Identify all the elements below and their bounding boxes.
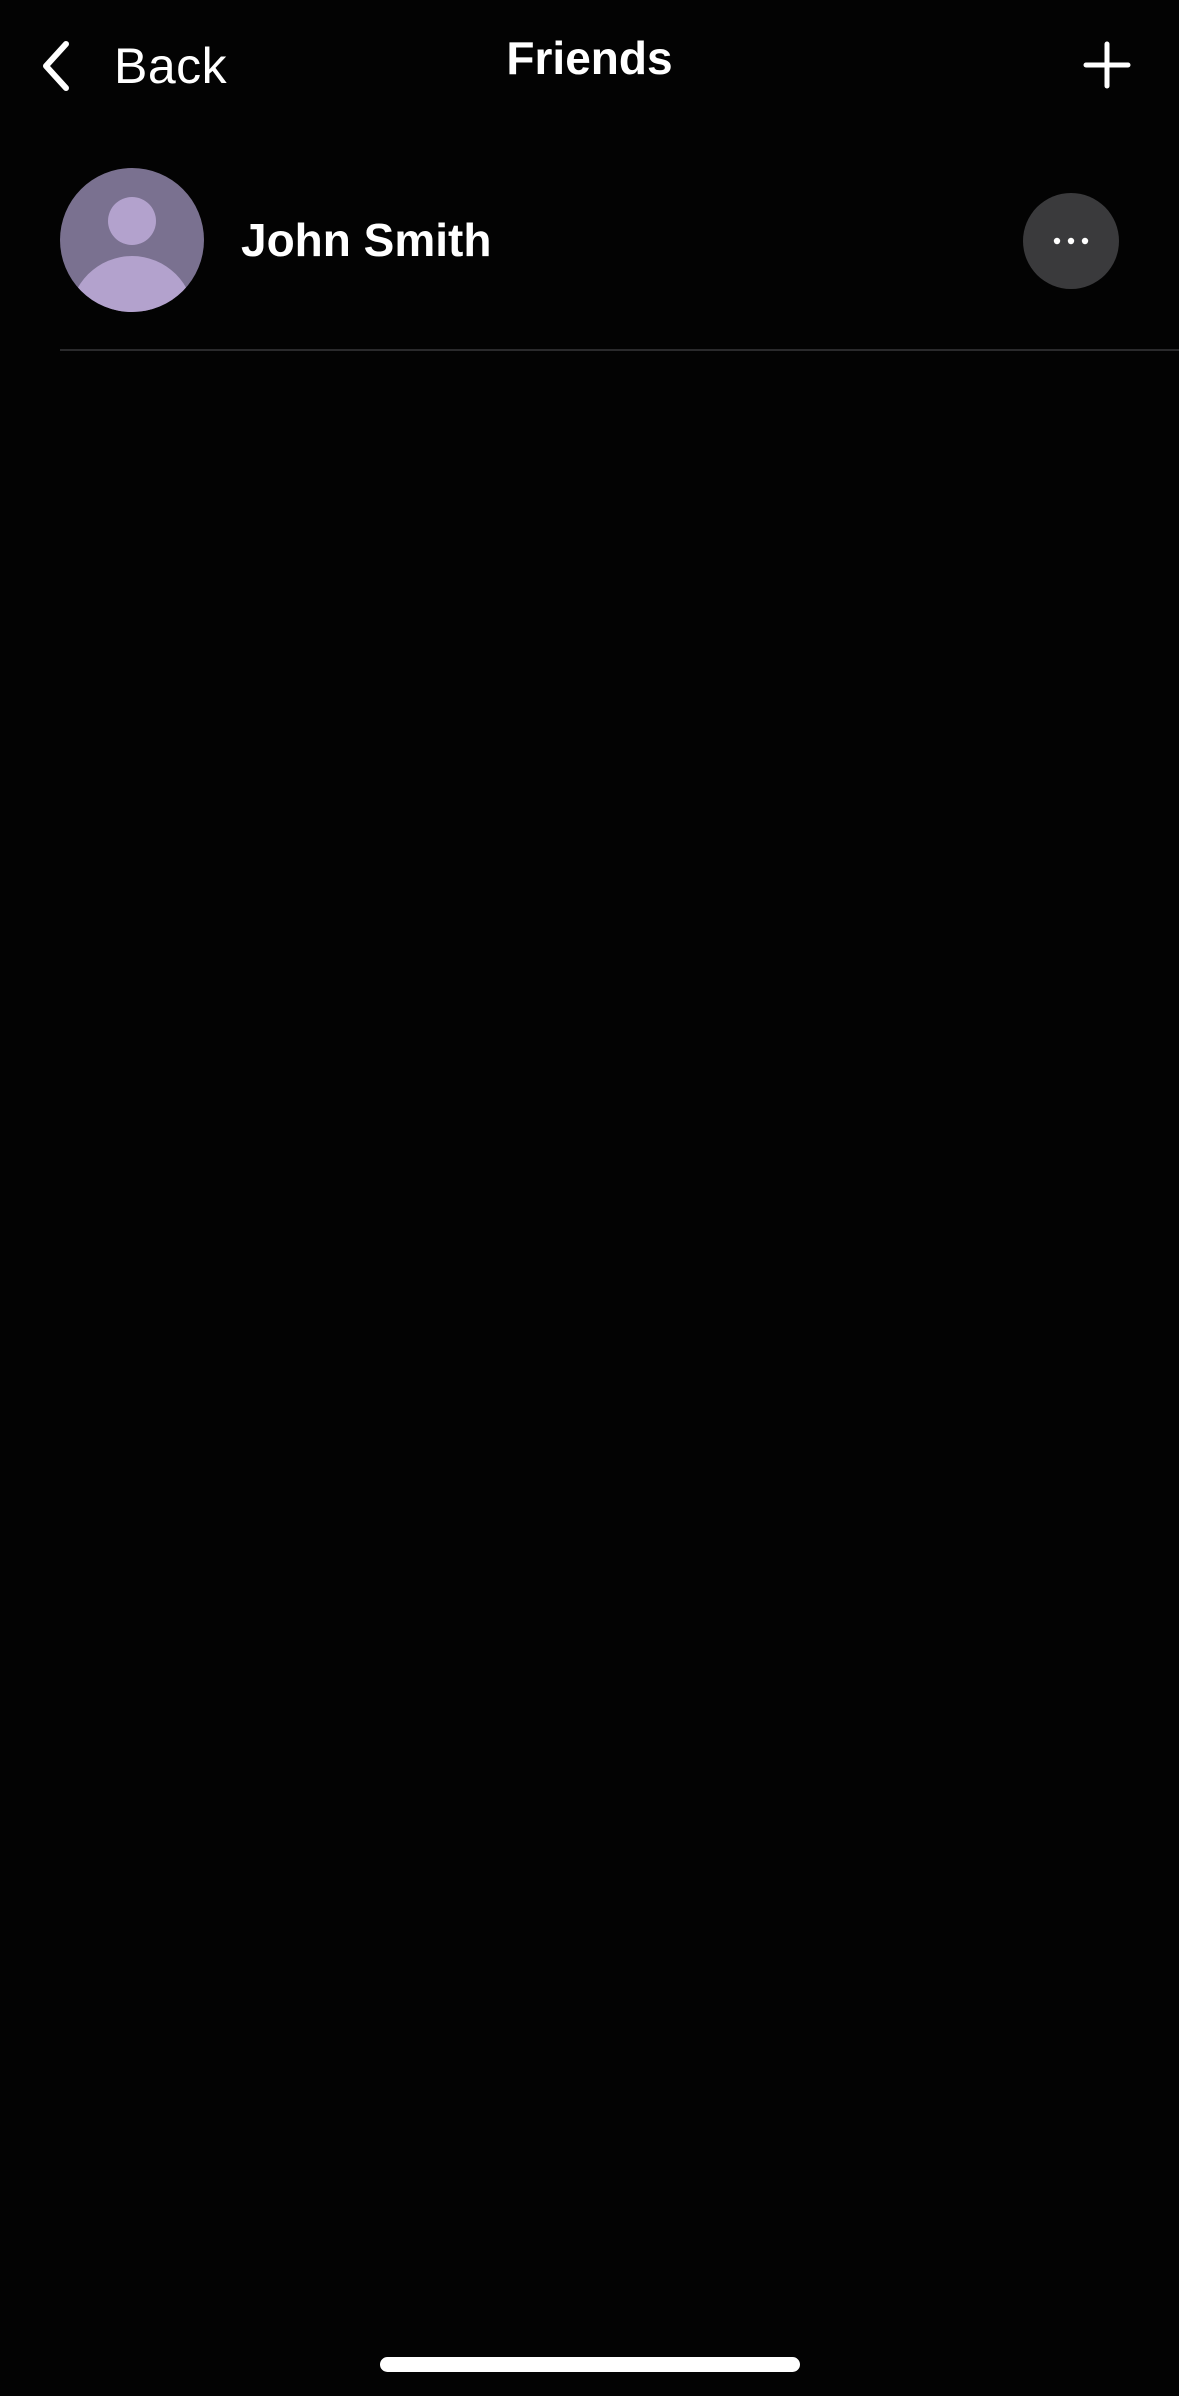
row-divider: [60, 349, 1179, 351]
home-indicator[interactable]: [380, 2357, 800, 2372]
ellipsis-icon: [1053, 237, 1089, 245]
page-title: Friends: [506, 32, 673, 84]
friend-list: John Smith: [0, 160, 1179, 351]
add-friend-button[interactable]: [1082, 40, 1132, 90]
navigation-bar: Back Friends: [0, 0, 1179, 130]
person-silhouette-icon: [70, 197, 194, 312]
plus-icon: [1083, 41, 1131, 89]
friend-name: John Smith: [241, 214, 492, 266]
more-options-button[interactable]: [1023, 193, 1119, 289]
friend-row[interactable]: John Smith: [0, 160, 1179, 351]
avatar: [60, 168, 204, 312]
